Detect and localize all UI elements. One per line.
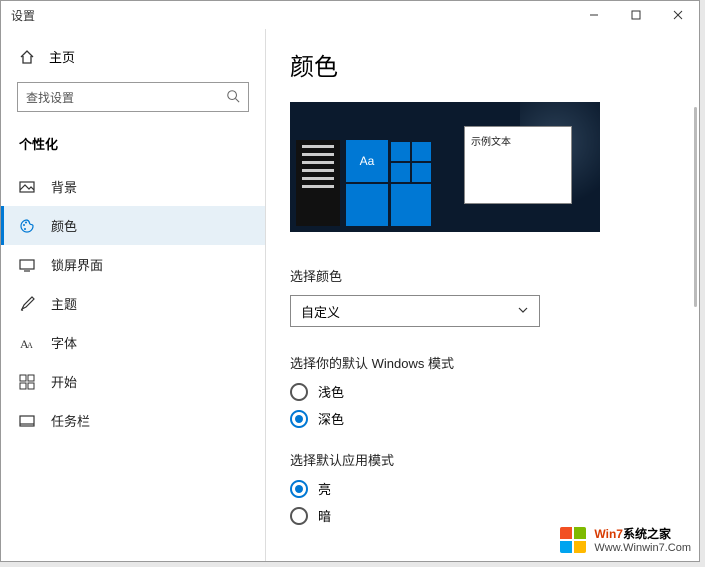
sidebar-section-title: 个性化 [1,128,265,167]
watermark-text: Win7系统之家 Www.Winwin7.Com [594,527,691,555]
brush-icon [19,296,35,312]
start-icon [19,374,35,390]
choose-color-dropdown[interactable]: 自定义 [290,295,540,327]
palette-icon [19,218,35,234]
radio-label: 深色 [318,409,344,428]
sidebar-item-label: 锁屏界面 [51,255,103,274]
sidebar-item-label: 任务栏 [51,411,90,430]
sidebar: 主页 查找设置 个性化 背景 [1,29,266,561]
windows-logo-icon [560,527,588,555]
sidebar-item-start[interactable]: 开始 [1,362,265,401]
sidebar-item-label: 背景 [51,177,77,196]
sidebar-item-label: 开始 [51,372,77,391]
main-content: 颜色 Aa 示例文本 选 [266,29,699,561]
radio-icon [290,410,308,428]
sidebar-item-themes[interactable]: 主题 [1,284,265,323]
minimize-button[interactable] [573,1,615,29]
app-mode-dark[interactable]: 暗 [290,506,667,525]
maximize-button[interactable] [615,1,657,29]
monitor-icon [19,257,35,273]
choose-color-label: 选择颜色 [290,266,667,285]
preview-start-menu [296,140,340,226]
taskbar-icon [19,413,35,429]
dropdown-value: 自定义 [301,302,340,321]
app-mode-label: 选择默认应用模式 [290,450,667,469]
windows-mode-light[interactable]: 浅色 [290,382,667,401]
sidebar-item-lockscreen[interactable]: 锁屏界面 [1,245,265,284]
preview-tiles: Aa [296,140,486,226]
close-button[interactable] [657,1,699,29]
home-icon [19,49,35,65]
sidebar-item-colors[interactable]: 颜色 [1,206,265,245]
svg-text:A: A [27,341,33,350]
search-placeholder: 查找设置 [26,89,226,106]
preview-sample-text: 示例文本 [471,137,511,148]
scrollbar[interactable] [694,107,697,307]
sidebar-item-label: 字体 [51,333,77,352]
preview-tile-aa: Aa [346,140,388,182]
home-label: 主页 [49,47,75,66]
color-preview: Aa 示例文本 [290,102,600,232]
titlebar: 设置 [1,1,699,29]
preview-window: 示例文本 [464,126,572,204]
font-icon: AA [19,335,35,351]
titlebar-controls [573,1,699,29]
app-mode-light[interactable]: 亮 [290,479,667,498]
sidebar-item-label: 主题 [51,294,77,313]
page-title: 颜色 [290,47,667,82]
sidebar-item-background[interactable]: 背景 [1,167,265,206]
windows-mode-group: 选择你的默认 Windows 模式 浅色 深色 [290,353,667,428]
sidebar-home[interactable]: 主页 [1,39,265,74]
sidebar-item-label: 颜色 [51,216,77,235]
windows-mode-label: 选择你的默认 Windows 模式 [290,353,667,372]
window-body: 主页 查找设置 个性化 背景 [1,29,699,561]
search-icon [226,89,240,106]
radio-label: 浅色 [318,382,344,401]
radio-label: 暗 [318,506,331,525]
radio-icon [290,480,308,498]
windows-mode-dark[interactable]: 深色 [290,409,667,428]
settings-window: 设置 主页 查找设置 [0,0,700,562]
search-wrap: 查找设置 [17,82,249,112]
sidebar-item-taskbar[interactable]: 任务栏 [1,401,265,440]
window-title: 设置 [11,7,35,24]
radio-icon [290,383,308,401]
sidebar-item-fonts[interactable]: AA 字体 [1,323,265,362]
radio-label: 亮 [318,479,331,498]
watermark: Win7系统之家 Www.Winwin7.Com [560,527,691,555]
radio-icon [290,507,308,525]
picture-icon [19,179,35,195]
chevron-down-icon [517,304,529,319]
search-input[interactable]: 查找设置 [17,82,249,112]
app-mode-group: 选择默认应用模式 亮 暗 [290,450,667,525]
